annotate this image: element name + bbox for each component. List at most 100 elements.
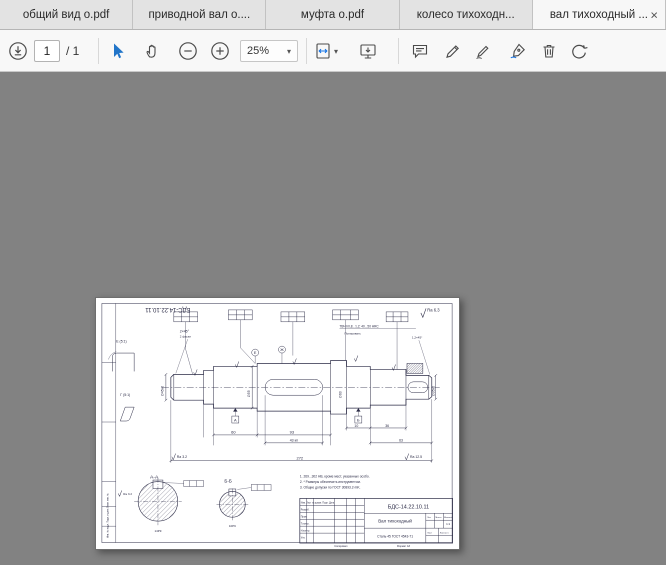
hand-icon (143, 41, 163, 61)
dim-key-length: 43 кп (290, 439, 298, 443)
zoom-out-icon (178, 41, 198, 61)
datum-a: А (234, 418, 237, 423)
acrobat-window: общий вид o.pdf приводной вал o.... муфт… (0, 0, 666, 565)
toolbar-separator (306, 38, 307, 64)
balloon-e: Е (254, 351, 257, 355)
pencil-icon (443, 41, 463, 61)
tab-label: приводной вал o.... (148, 9, 250, 21)
tab-label: муфта o.pdf (301, 9, 364, 21)
detail-views (108, 352, 134, 421)
zoom-level-value: 25% (247, 45, 269, 57)
title-block: БДС-14.22.10.11 Вал тихоходный Сталь 45 … (300, 498, 454, 543)
title-block-name: Вал тихоходный (378, 518, 412, 524)
dim-60: 60 (231, 430, 236, 435)
tab-koleso[interactable]: колесо тихоходн... (400, 0, 533, 29)
format-label: Формат А3 (397, 544, 411, 548)
tab-label: вал тихоходный ... (550, 9, 648, 21)
comment-button[interactable] (408, 39, 432, 63)
tolerance-frames (174, 310, 408, 374)
dim-dia-35: ∅35к6 (432, 386, 436, 396)
stamp-row-nkontr: Н.контр. (301, 529, 310, 532)
stamp-mass: Масса (436, 517, 443, 519)
chamfer-note: 2×45° (180, 330, 190, 334)
section-b-label: Б-Б (224, 479, 231, 484)
fit-dropdown-caret-icon[interactable]: ▾ (334, 47, 338, 56)
tab-val-tikhokhodny[interactable]: вал тихоходный ... × (533, 0, 666, 29)
dim-36: 36 (385, 424, 389, 428)
stamp-scale-label: Масштаб (444, 517, 453, 519)
keyway-section-hatch (407, 363, 423, 373)
margin-column-labels: Инв. № подл. Подп. и дата Взам. инв. № (106, 493, 109, 538)
tab-label: общий вид o.pdf (23, 9, 110, 21)
draw-tool-button[interactable] (471, 39, 495, 63)
stamp-row-utv: Утв. (301, 536, 306, 539)
page-count-label: / 1 (66, 44, 79, 58)
zoom-level-dropdown[interactable]: 25% ▾ (240, 40, 298, 62)
zoom-out-button[interactable] (176, 39, 200, 63)
toolbar: 1 / 1 (0, 30, 666, 72)
tab-bar: общий вид o.pdf приводной вал o.... муфт… (0, 0, 666, 30)
stamp-lit: Лит. (427, 517, 431, 519)
download-button[interactable] (6, 39, 30, 63)
note-3: 3. Общие допуски по ГОСТ 30893.2-mK. (300, 485, 361, 489)
stamp-row-razrab: Разраб. (301, 509, 310, 512)
tab-mufta[interactable]: муфта o.pdf (266, 0, 399, 29)
rotate-button[interactable] (567, 39, 591, 63)
section-b-b: Б-Б 10Р9 (216, 479, 248, 529)
rotate-icon (569, 41, 589, 61)
dim-dia-45: ∅45к6 (160, 386, 164, 396)
zoom-in-button[interactable] (208, 39, 232, 63)
toolbar-separator (398, 38, 399, 64)
balloon-zh: Ж (280, 348, 284, 352)
chamfer-count: 2 фаски (180, 335, 191, 339)
frame-designation-rotated: БДС-14.22.10.11 (145, 306, 191, 312)
right-chamfer-note: 1,2×45° (412, 336, 423, 340)
delete-button[interactable] (537, 39, 561, 63)
title-block-designation: БДС-14.22.10.11 (388, 504, 429, 510)
hand-tool-button[interactable] (141, 39, 165, 63)
page-fit-button[interactable] (311, 39, 335, 63)
dim-overall: 272 (297, 456, 304, 461)
detail-e-label: Е (5:1) (116, 340, 126, 344)
stamp-header: Изм. Лист № докум. Подп. Дата (301, 501, 335, 504)
dim-93: 93 (290, 430, 295, 435)
fit-width-icon (313, 41, 333, 61)
dim-dia-60: ∅60 (338, 391, 342, 398)
comment-bubble-icon (410, 41, 430, 61)
tab-privodnoy-val[interactable]: приводной вал o.... (133, 0, 266, 29)
keyway-b-dim: 10Р9 (229, 524, 236, 528)
download-icon (8, 41, 28, 61)
stamp-sheet: Лист (427, 533, 432, 535)
tab-obshchiy-vid[interactable]: общий вид o.pdf (0, 0, 133, 29)
heat-treatment-note: ТВЧ h0,8...1,2; 40...50 HRC (340, 324, 380, 328)
presentation-button[interactable] (356, 39, 380, 63)
section-tolerance-frames (164, 481, 271, 491)
fill-sign-button[interactable] (506, 39, 530, 63)
note-2: 2. * Размеры обеспечить инструментом. (300, 480, 361, 484)
roughness-left: Ra 3.2 (177, 455, 187, 459)
pdf-page[interactable]: БДС-14.22.10.11 Инв. № подл. Подп. и дат… (95, 297, 460, 550)
stamp-scale-value: 1:1 (446, 522, 450, 526)
datum-b: Б (357, 418, 360, 423)
select-tool-button[interactable] (106, 39, 130, 63)
dim-dia-55: ∅55 (247, 390, 251, 397)
section-a-a: А-А Ra 3.2 14Р9 (118, 475, 181, 534)
toolbar-separator (98, 38, 99, 64)
document-viewer: БДС-14.22.10.11 Инв. № подл. Подп. и дат… (0, 72, 666, 565)
highlight-button[interactable] (441, 39, 465, 63)
screen-icon (358, 41, 378, 61)
dimension-lines: 60 93 10 36 43 кп 63 272 ∅45к6 ∅55 ∅35к6… (160, 365, 437, 463)
trash-icon (539, 41, 559, 61)
annotations: 2×45° 2 фаски ТВЧ h0,8...1,2; 40...50 HR… (116, 307, 440, 489)
dim-63: 63 (399, 439, 403, 443)
section-a-label: А-А (150, 475, 159, 481)
tab-label: колесо тихоходн... (417, 9, 515, 21)
engineering-drawing: БДС-14.22.10.11 Инв. № подл. Подп. и дат… (96, 298, 459, 549)
tab-close-icon[interactable]: × (650, 8, 658, 21)
fill-sign-nib-icon (508, 41, 528, 61)
datum-symbols: Е Ж А Б (232, 346, 362, 423)
title-block-material: Сталь 45 ГОСТ 4543-71 (377, 535, 413, 539)
dim-10: 10 (354, 424, 358, 428)
page-number-input[interactable]: 1 (34, 40, 60, 62)
pen-icon (473, 41, 493, 61)
